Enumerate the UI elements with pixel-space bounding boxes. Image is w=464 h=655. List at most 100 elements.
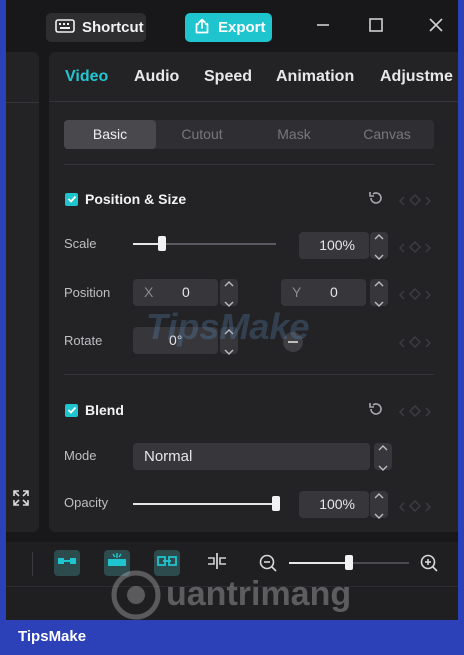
chevron-right-icon[interactable] <box>423 404 433 422</box>
reset-icon <box>367 192 385 211</box>
watermark-logo <box>106 570 166 620</box>
rotate-knob[interactable] <box>282 331 304 358</box>
close-button[interactable] <box>423 14 449 40</box>
split-icon <box>206 552 228 575</box>
subtab-canvas[interactable]: Canvas <box>340 120 434 149</box>
zoom-out-icon <box>259 554 277 576</box>
toolbar-divider <box>32 552 33 576</box>
opacity-input[interactable]: 100% <box>299 491 369 518</box>
zoom-in-button[interactable] <box>420 554 438 577</box>
diamond-icon[interactable] <box>408 404 422 422</box>
maximize-button[interactable] <box>363 14 389 40</box>
export-button[interactable]: Export <box>185 13 272 42</box>
chevron-down-icon <box>374 506 384 524</box>
mode-select[interactable]: Normal <box>133 443 370 470</box>
timeline-toolbar: uantrimang <box>6 542 458 620</box>
chevron-down-icon <box>374 294 384 312</box>
diamond-icon[interactable] <box>408 335 422 353</box>
title-bar: Shortcut Export <box>6 0 458 52</box>
mode-label: Mode <box>64 448 97 463</box>
subtab-basic[interactable]: Basic <box>64 120 156 149</box>
minimize-icon <box>315 17 331 38</box>
reset-position-size-button[interactable] <box>367 189 385 212</box>
position-y-label: Y <box>292 284 302 300</box>
tab-speed[interactable]: Speed <box>204 68 252 86</box>
tab-video[interactable]: Video <box>65 68 108 86</box>
opacity-keyframe-nav <box>397 499 433 517</box>
blend-title: Blend <box>85 402 124 418</box>
chevron-right-icon[interactable] <box>423 193 433 211</box>
reset-icon <box>367 403 385 422</box>
shortcut-button[interactable]: Shortcut <box>46 13 146 42</box>
chevron-up-icon <box>374 486 384 504</box>
blend-keyframe-nav <box>397 404 433 422</box>
position-size-header: Position & Size <box>65 191 186 207</box>
opacity-label: Opacity <box>64 495 109 510</box>
diamond-icon[interactable] <box>408 499 422 517</box>
chevron-right-icon[interactable] <box>423 335 433 353</box>
fullscreen-icon <box>12 490 30 511</box>
chevron-left-icon[interactable] <box>397 240 407 258</box>
diamond-icon[interactable] <box>408 287 422 305</box>
chevron-right-icon[interactable] <box>423 240 433 258</box>
tab-adjustment[interactable]: Adjustme <box>380 68 453 86</box>
chevron-left-icon[interactable] <box>397 193 407 211</box>
position-size-title: Position & Size <box>85 191 187 207</box>
diamond-icon[interactable] <box>408 193 422 211</box>
fullscreen-button[interactable] <box>12 489 30 512</box>
minimize-button[interactable] <box>310 14 336 40</box>
footer-bar: TipsMake <box>0 620 464 655</box>
chevron-left-icon[interactable] <box>397 287 407 305</box>
chevron-up-icon <box>374 227 384 245</box>
position-y-input[interactable]: Y 0 <box>281 279 366 306</box>
position-x-input[interactable]: X 0 <box>133 279 218 306</box>
export-label: Export <box>218 19 266 36</box>
scale-stepper[interactable] <box>370 232 388 260</box>
rotate-stepper[interactable] <box>220 327 238 355</box>
rotate-label: Rotate <box>64 333 103 348</box>
zoom-out-button[interactable] <box>259 554 277 577</box>
split-button[interactable] <box>204 550 230 576</box>
scale-keyframe-nav <box>397 240 433 258</box>
chevron-up-icon <box>224 322 234 340</box>
position-x-stepper[interactable] <box>220 279 238 307</box>
keyboard-icon <box>55 18 75 37</box>
chevron-up-icon <box>374 274 384 292</box>
section-divider <box>64 374 434 375</box>
subtab-mask[interactable]: Mask <box>248 120 340 149</box>
blend-checkbox[interactable] <box>65 403 78 417</box>
position-x-label: X <box>144 284 154 300</box>
chevron-left-icon[interactable] <box>397 335 407 353</box>
tab-animation[interactable]: Animation <box>276 68 354 86</box>
chevron-up-icon <box>224 274 234 292</box>
mode-dropdown-toggle[interactable] <box>374 443 392 471</box>
position-size-checkbox[interactable] <box>65 192 78 206</box>
app-window: Shortcut Export Video Audio Speed Animat… <box>6 0 458 620</box>
scale-label: Scale <box>64 236 97 251</box>
chevron-left-icon[interactable] <box>397 404 407 422</box>
chevron-up-icon <box>378 438 388 456</box>
position-y-stepper[interactable] <box>370 279 388 307</box>
chevron-right-icon[interactable] <box>423 499 433 517</box>
footer-brand: TipsMake <box>18 628 87 645</box>
rotate-dial-icon <box>282 332 304 357</box>
subtab-cutout[interactable]: Cutout <box>156 120 248 149</box>
chevron-left-icon[interactable] <box>397 499 407 517</box>
position-label: Position <box>64 285 111 300</box>
timeline-ruler[interactable] <box>6 586 458 620</box>
position-keyframe-nav <box>397 287 433 305</box>
scale-input[interactable]: 100% <box>299 232 369 259</box>
main-track-magnet-button[interactable] <box>54 550 80 576</box>
chevron-right-icon[interactable] <box>423 287 433 305</box>
rotate-input[interactable]: 0° <box>133 327 218 354</box>
diamond-icon[interactable] <box>408 240 422 258</box>
keyframe-nav <box>397 193 433 211</box>
upload-icon <box>194 18 210 38</box>
tab-audio[interactable]: Audio <box>134 68 179 86</box>
opacity-stepper[interactable] <box>370 491 388 519</box>
maximize-icon <box>368 17 384 38</box>
blend-header: Blend <box>65 402 124 418</box>
chevron-down-icon <box>374 247 384 265</box>
chevron-down-icon <box>224 294 234 312</box>
reset-blend-button[interactable] <box>367 400 385 423</box>
